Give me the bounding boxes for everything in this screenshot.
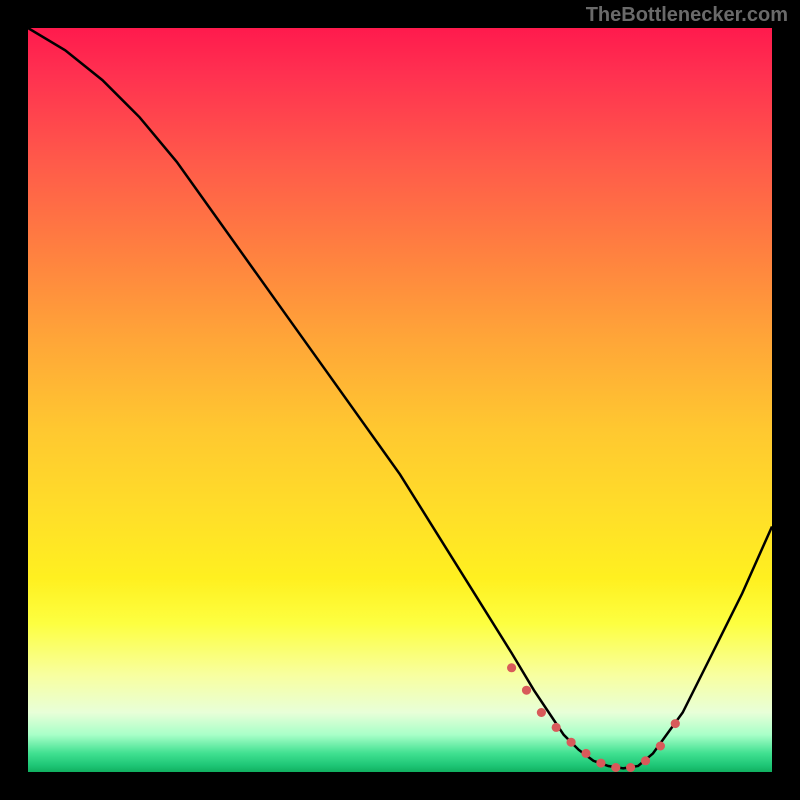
chart-svg bbox=[28, 28, 772, 772]
chart-plot-area bbox=[28, 28, 772, 772]
watermark-text: TheBottlenecker.com bbox=[586, 4, 788, 27]
optimal-range-markers bbox=[512, 668, 676, 768]
bottleneck-curve-line bbox=[28, 28, 772, 768]
